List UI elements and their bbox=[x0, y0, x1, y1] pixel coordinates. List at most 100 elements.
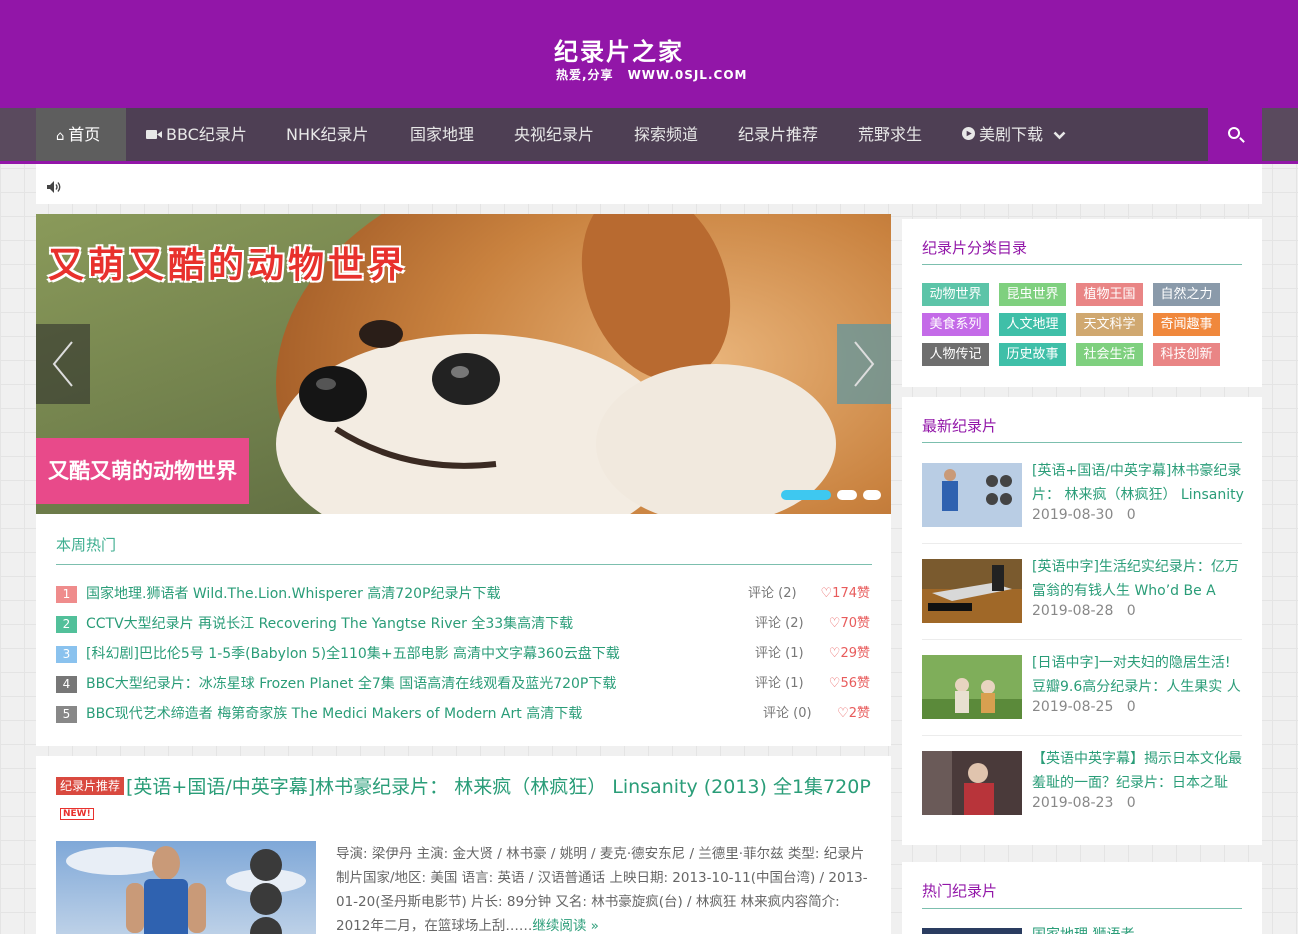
site-tagline: 热爱,分享 WWW.0SJL.COM bbox=[554, 68, 754, 82]
latest-item-meta: 2019-08-30 0 bbox=[1032, 507, 1136, 523]
latest-item-link[interactable]: [英语+国语/中英字幕]林书豪纪录片： 林来疯（林疯狂） Linsanity bbox=[1032, 459, 1244, 507]
slide-next-button[interactable] bbox=[837, 324, 891, 404]
nav-item-natgeo[interactable]: 国家地理 bbox=[410, 108, 474, 161]
divider bbox=[922, 735, 1242, 736]
latest-widget-title: 最新纪录片 bbox=[922, 417, 998, 435]
site-title: 纪录片之家 bbox=[554, 38, 684, 66]
chevron-right-icon bbox=[854, 341, 875, 387]
category-widget: 纪录片分类目录 动物世界 昆虫世界 植物王国 自然之力 美食系列 人文地理 天文… bbox=[902, 219, 1262, 387]
nav-item-label: 纪录片推荐 bbox=[738, 125, 819, 144]
tag-plant-kingdom[interactable]: 植物王国 bbox=[1076, 283, 1143, 306]
rank-badge: 4 bbox=[56, 676, 77, 693]
tag-insect-world[interactable]: 昆虫世界 bbox=[999, 283, 1066, 306]
rank-badge: 3 bbox=[56, 646, 77, 663]
slide-prev-button[interactable] bbox=[36, 324, 90, 404]
list-item: 5 BBC现代艺术缔造者 梅第奇家族 The Medici Makers of … bbox=[56, 703, 870, 725]
nav-item-cctv[interactable]: 央视纪录片 bbox=[514, 108, 594, 161]
list-item: 1 国家地理.狮语者 Wild.The.Lion.Whisperer 高清720… bbox=[56, 583, 870, 605]
like-count[interactable]: ♡70赞 bbox=[829, 613, 870, 635]
latest-thumbnail[interactable] bbox=[922, 751, 1022, 815]
nav-item-nhk[interactable]: NHK纪录片 bbox=[286, 108, 369, 161]
comment-count[interactable]: 评论 (1) bbox=[755, 673, 804, 695]
weekly-hot-panel: 本周热门 1 国家地理.狮语者 Wild.The.Lion.Whisperer … bbox=[36, 514, 891, 746]
post-excerpt-text: 导演: 梁伊丹 主演: 金大贤 / 林书豪 / 姚明 / 麦克·德安东尼 / 兰… bbox=[336, 846, 868, 934]
nav-item-discovery[interactable]: 探索频道 bbox=[634, 108, 698, 161]
post-date: 2019-08-23 bbox=[1032, 795, 1114, 811]
site-domain: WWW.0SJL.COM bbox=[627, 68, 748, 82]
latest-thumbnail[interactable] bbox=[922, 655, 1022, 719]
chevron-down-icon bbox=[1053, 108, 1066, 161]
slide-dot-active[interactable] bbox=[781, 490, 831, 500]
latest-thumbnail[interactable] bbox=[922, 463, 1022, 527]
latest-item-meta: 2019-08-28 0 bbox=[1032, 603, 1136, 619]
tag-animal-world[interactable]: 动物世界 bbox=[922, 283, 989, 306]
latest-item-link[interactable]: 【英语中英字幕】揭示日本文化最羞耻的一面？纪录片：日本之耻 bbox=[1032, 747, 1244, 795]
category-widget-title: 纪录片分类目录 bbox=[922, 239, 1028, 257]
tag-tech-innovation[interactable]: 科技创新 bbox=[1153, 343, 1220, 366]
weekly-hot-title: 本周热门 bbox=[56, 536, 117, 554]
nav-item-recommend[interactable]: 纪录片推荐 bbox=[738, 108, 818, 161]
tag-astronomy-science[interactable]: 天文科学 bbox=[1076, 313, 1143, 336]
latest-item-link[interactable]: [日语中字]一对夫妇的隐居生活! 豆瓣9.6高分纪录片：人生果实 人 bbox=[1032, 651, 1244, 699]
site-logo[interactable]: 纪录片之家 热爱,分享 WWW.0SJL.COM bbox=[554, 36, 754, 82]
comment-count[interactable]: 评论 (2) bbox=[748, 583, 797, 605]
nav-item-label: 美剧下载 bbox=[979, 125, 1044, 144]
category-badge[interactable]: 纪录片推荐 bbox=[56, 777, 125, 795]
slide-dot[interactable] bbox=[837, 490, 857, 500]
post-thumbnail[interactable] bbox=[56, 841, 316, 934]
like-count[interactable]: ♡2赞 bbox=[837, 703, 870, 725]
post-title[interactable]: 纪录片推荐 [英语+国语/中英字幕]林书豪纪录片： 林来疯（林疯狂） Linsan… bbox=[56, 774, 876, 826]
latest-item-meta: 2019-08-23 0 bbox=[1032, 795, 1136, 811]
latest-item-link[interactable]: [英语中字]生活纪实纪录片：亿万富翁的有钱人生 Who’d Be A bbox=[1032, 555, 1244, 603]
popular-thumbnail[interactable] bbox=[922, 928, 1022, 934]
main-navbar: ⌂ 首页 BBC纪录片 NHK纪录片 国家地理 央视纪录片 探索频道 纪录片推荐 … bbox=[0, 108, 1298, 164]
site-header: 纪录片之家 热爱,分享 WWW.0SJL.COM bbox=[0, 0, 1298, 108]
hot-item-link[interactable]: CCTV大型纪录片 再说长江 Recovering The Yangtse Ri… bbox=[86, 613, 573, 635]
nav-item-label: 荒野求生 bbox=[858, 125, 923, 144]
hot-item-link[interactable]: 国家地理.狮语者 Wild.The.Lion.Whisperer 高清720P纪… bbox=[86, 583, 500, 605]
video-camera-icon bbox=[146, 110, 162, 163]
like-count[interactable]: ♡56赞 bbox=[829, 673, 870, 695]
nav-item-bbc[interactable]: BBC纪录片 bbox=[146, 108, 247, 161]
tag-food-series[interactable]: 美食系列 bbox=[922, 313, 989, 336]
popular-widget: 热门纪录片 国家地理.狮语者 bbox=[902, 862, 1262, 934]
comment-count: 0 bbox=[1126, 507, 1136, 523]
popular-item-link[interactable]: 国家地理.狮语者 bbox=[1032, 924, 1134, 934]
tag-nature-power[interactable]: 自然之力 bbox=[1153, 283, 1220, 306]
nav-item-home[interactable]: ⌂ 首页 bbox=[36, 108, 126, 161]
hot-item-link[interactable]: BBC大型纪录片：冰冻星球 Frozen Planet 全7集 国语高清在线观看… bbox=[86, 673, 616, 695]
nav-item-label: 探索频道 bbox=[634, 125, 699, 144]
slide-dot[interactable] bbox=[863, 490, 881, 500]
slide-caption[interactable]: 又酷又萌的动物世界 bbox=[36, 438, 249, 504]
latest-thumbnail[interactable] bbox=[922, 559, 1022, 623]
nav-item-us-drama[interactable]: 美剧下载 bbox=[962, 108, 1066, 161]
list-item: [英语中字]生活纪实纪录片：亿万富翁的有钱人生 Who’d Be A 2019-… bbox=[922, 559, 1242, 643]
chevron-left-icon bbox=[52, 341, 73, 387]
post-date: 2019-08-30 bbox=[1032, 507, 1114, 523]
comment-count[interactable]: 评论 (1) bbox=[755, 643, 804, 665]
read-more-link[interactable]: 继续阅读 » bbox=[532, 918, 599, 934]
search-button[interactable] bbox=[1208, 108, 1262, 161]
post-title-text[interactable]: [英语+国语/中英字幕]林书豪纪录片： 林来疯（林疯狂） Linsanity (… bbox=[126, 776, 871, 798]
nav-item-label: 首页 bbox=[68, 125, 101, 144]
nav-item-wild[interactable]: 荒野求生 bbox=[858, 108, 922, 161]
like-count[interactable]: ♡174赞 bbox=[821, 583, 870, 605]
comment-count[interactable]: 评论 (2) bbox=[755, 613, 804, 635]
tag-social-life[interactable]: 社会生活 bbox=[1076, 343, 1143, 366]
post-card: 纪录片推荐 [英语+国语/中英字幕]林书豪纪录片： 林来疯（林疯狂） Linsan… bbox=[36, 756, 891, 934]
tag-history[interactable]: 历史故事 bbox=[999, 343, 1066, 366]
rank-badge: 1 bbox=[56, 586, 77, 603]
hero-slider[interactable]: 又萌又酷的动物世界 又酷又萌的动物世界 bbox=[36, 214, 891, 514]
latest-item-meta: 2019-08-25 0 bbox=[1032, 699, 1136, 715]
like-count[interactable]: ♡29赞 bbox=[829, 643, 870, 665]
tag-curiosities[interactable]: 奇闻趣事 bbox=[1153, 313, 1220, 336]
nav-menu: ⌂ 首页 BBC纪录片 NHK纪录片 国家地理 央视纪录片 探索频道 纪录片推荐 … bbox=[36, 108, 1262, 161]
hot-item-link[interactable]: [科幻剧]巴比伦5号 1-5季(Babylon 5)全110集+五部电影 高清中… bbox=[86, 643, 620, 665]
divider bbox=[922, 264, 1242, 265]
list-item: 2 CCTV大型纪录片 再说长江 Recovering The Yangtse … bbox=[56, 613, 870, 635]
tag-human-geography[interactable]: 人文地理 bbox=[999, 313, 1066, 336]
comment-count[interactable]: 评论 (0) bbox=[763, 703, 812, 725]
tag-biography[interactable]: 人物传记 bbox=[922, 343, 989, 366]
post-excerpt: 导演: 梁伊丹 主演: 金大贤 / 林书豪 / 姚明 / 麦克·德安东尼 / 兰… bbox=[336, 842, 876, 934]
hot-item-link[interactable]: BBC现代艺术缔造者 梅第奇家族 The Medici Makers of Mo… bbox=[86, 703, 582, 725]
